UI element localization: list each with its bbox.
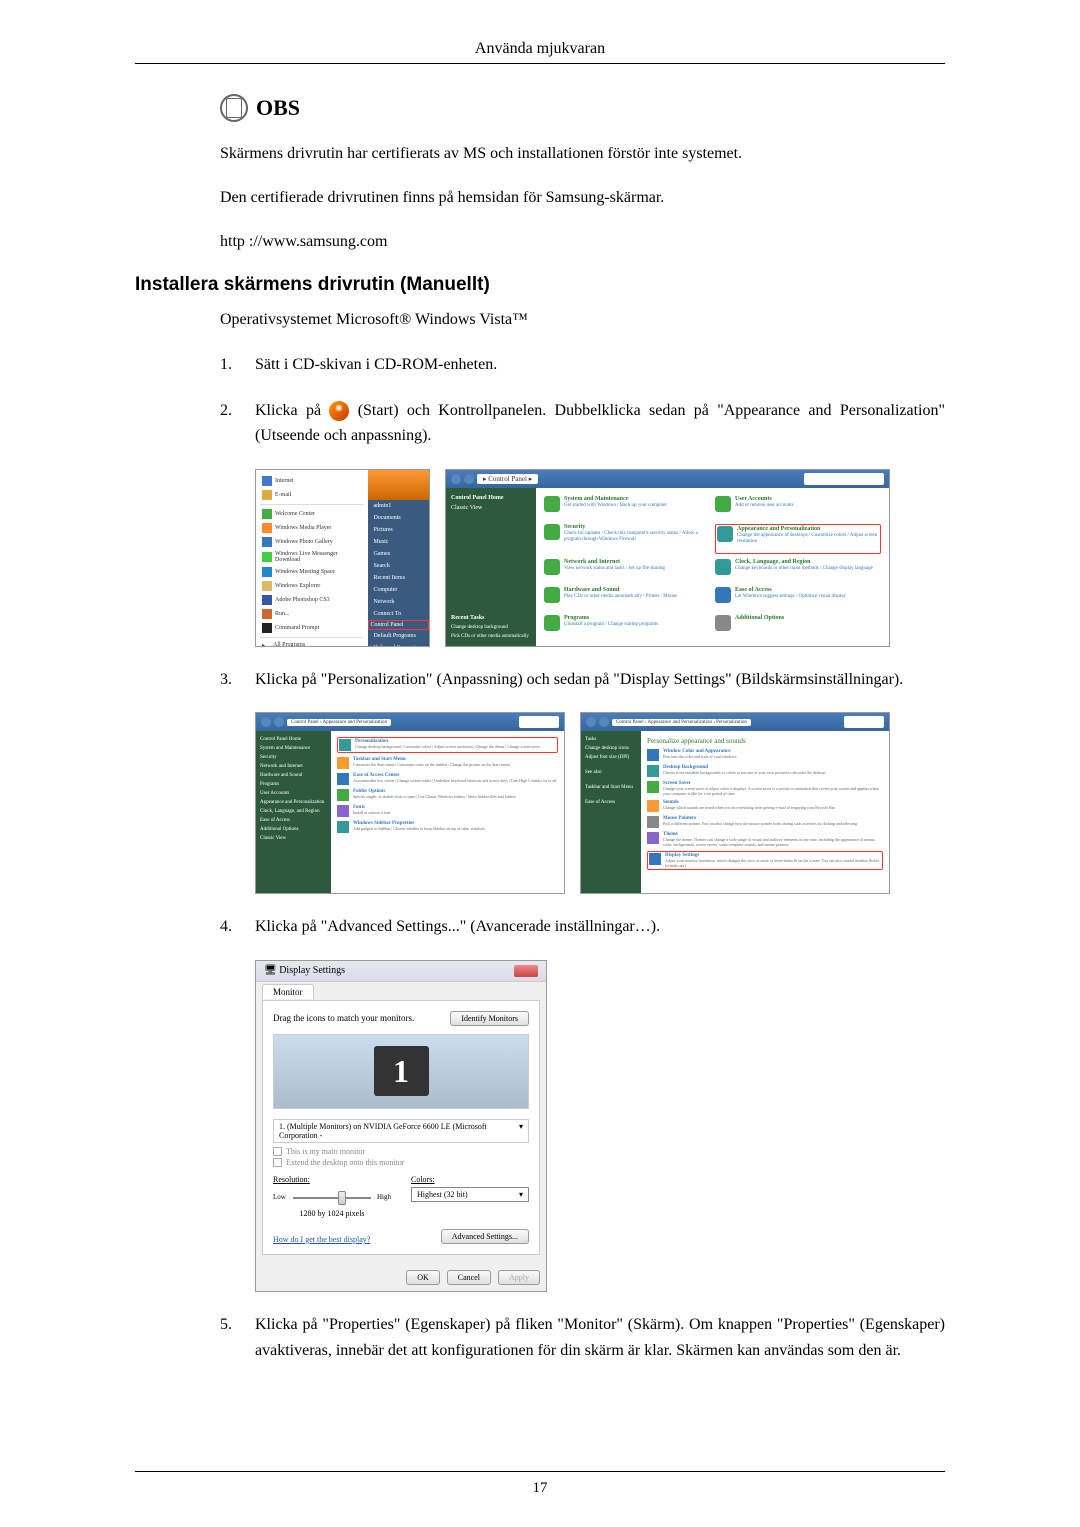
note-icon	[220, 94, 248, 122]
extend-desktop-checkbox	[273, 1158, 282, 1167]
resolution-value: 1280 by 1024 pixels	[273, 1209, 391, 1218]
step-5: Klicka på "Properties" (Egenskaper) på f…	[255, 1312, 945, 1363]
step-num-2: 2.	[220, 398, 255, 449]
identify-monitors-button: Identify Monitors	[450, 1011, 529, 1026]
step-num-1: 1.	[220, 352, 255, 378]
drag-instruction: Drag the icons to match your monitors.	[273, 1013, 414, 1023]
screenshot-personalization: Control Panel › Appearance and Personali…	[580, 712, 890, 894]
cancel-button: Cancel	[447, 1270, 491, 1285]
step-num-5: 5.	[220, 1312, 255, 1363]
monitor-dropdown: 1. (Multiple Monitors) on NVIDIA GeForce…	[279, 1122, 519, 1140]
section-intro: Operativsystemet Microsoft® Windows Vist…	[220, 308, 945, 332]
main-monitor-checkbox	[273, 1147, 282, 1156]
obs-paragraph-2: Den certifierade drivrutinen finns på he…	[220, 186, 945, 210]
start-orb-icon	[329, 401, 349, 421]
monitor-box: 1	[374, 1046, 429, 1096]
help-link: How do I get the best display?	[273, 1235, 370, 1244]
obs-url: http ://www.samsung.com	[220, 230, 945, 254]
advanced-settings-button: Advanced Settings...	[441, 1229, 529, 1244]
step-2: Klicka på (Start) och Kontrollpanelen. D…	[255, 398, 945, 449]
step-num-4: 4.	[220, 914, 255, 940]
obs-paragraph-1: Skärmens drivrutin har certifierats av M…	[220, 142, 945, 166]
resolution-slider: Low High	[273, 1187, 391, 1207]
screenshot-appearance: Control Panel › Appearance and Personali…	[255, 712, 565, 894]
colors-dropdown: Highest (32 bit)▾	[411, 1187, 529, 1202]
step-2b: (Start) och Kontrollpanelen. Dubbelklick…	[255, 402, 945, 445]
ok-button: OK	[406, 1270, 440, 1285]
display-title: Display Settings	[279, 965, 345, 976]
extend-desktop-label: Extend the desktop onto this monitor	[286, 1158, 404, 1167]
close-icon	[514, 965, 538, 977]
resolution-label: Resolution:	[273, 1175, 391, 1184]
header-rule	[135, 63, 945, 64]
page-header: Använda mjukvaran	[135, 40, 945, 58]
step-3: Klicka på "Personalization" (Anpassning)…	[255, 667, 945, 693]
footer-rule	[135, 1471, 945, 1472]
step-1: Sätt i CD-skivan i CD-ROM-enheten.	[255, 352, 945, 378]
step-4: Klicka på "Advanced Settings..." (Avance…	[255, 914, 945, 940]
screenshot-display-settings: 🖥 Display Settings Monitor Drag the icon…	[255, 960, 547, 1292]
step-num-3: 3.	[220, 667, 255, 693]
colors-label: Colors:	[411, 1175, 529, 1184]
section-heading: Installera skärmens drivrutin (Manuellt)	[135, 274, 945, 296]
main-monitor-label: This is my main monitor	[286, 1147, 365, 1156]
step-2a: Klicka på	[255, 402, 329, 419]
screenshot-control-panel: ▸ Control Panel ▸ Control Panel Home Cla…	[445, 469, 890, 647]
page-number: 17	[135, 1480, 945, 1497]
screenshot-start-menu: Internet E-mail Welcome Center Windows M…	[255, 469, 430, 647]
apply-button: Apply	[498, 1270, 540, 1285]
monitor-tab: Monitor	[262, 984, 314, 999]
obs-label: OBS	[256, 95, 300, 121]
